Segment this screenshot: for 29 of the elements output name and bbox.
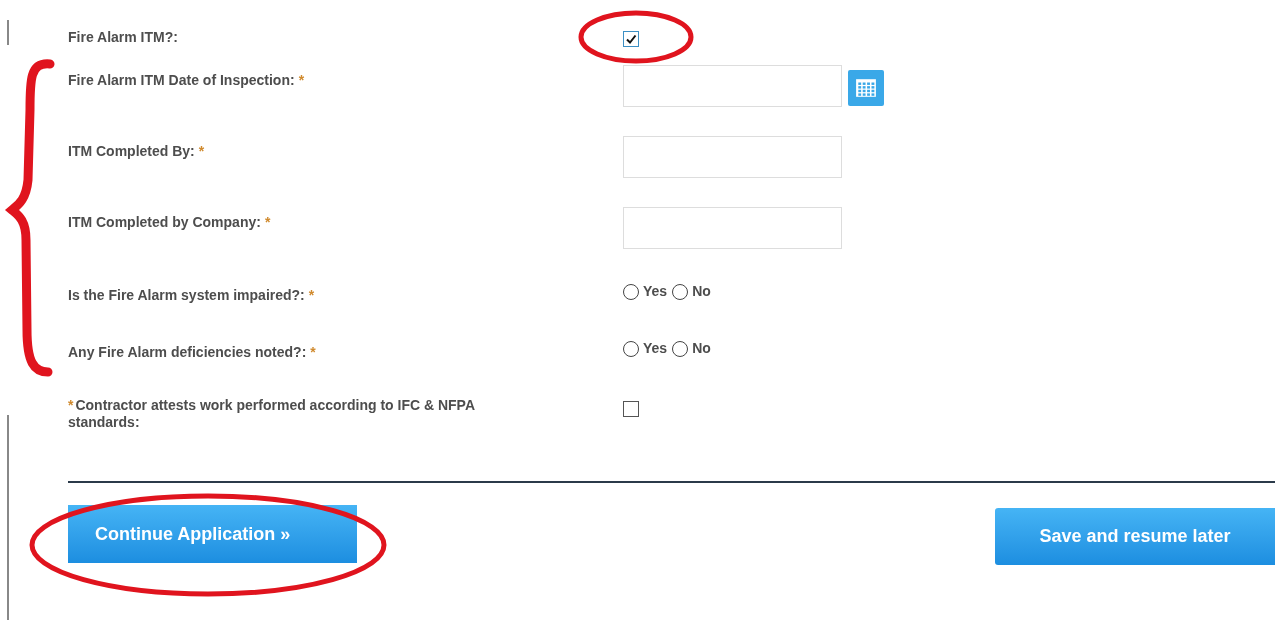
radio-button[interactable] <box>623 340 639 357</box>
required-asterisk: * <box>308 287 315 303</box>
required-asterisk: * <box>264 214 271 230</box>
attestation-label: *Contractor attests work performed according to IFC & NFPA standards: <box>68 397 476 431</box>
field-label: Any Fire Alarm deficiencies noted?: <box>68 344 307 360</box>
checkbox[interactable] <box>623 31 639 47</box>
required-asterisk: * <box>198 143 205 159</box>
required-asterisk: * <box>310 344 316 360</box>
radio-label: Yes <box>643 282 668 301</box>
field-label: Fire Alarm ITM Date of Inspection: <box>68 72 295 88</box>
checkbox[interactable] <box>623 401 639 417</box>
radio-button[interactable] <box>672 340 689 357</box>
text-input-field[interactable] <box>623 207 842 249</box>
field-label: Is the Fire Alarm system impaired?: <box>68 287 305 303</box>
continue-application-button[interactable]: Continue Application » <box>68 505 357 563</box>
field-label: ITM Completed By: <box>68 143 195 159</box>
radio-label: No <box>692 339 711 358</box>
radio-label: No <box>692 282 711 301</box>
field-label: ITM Completed by Company: <box>68 214 261 230</box>
margin-rule <box>7 20 9 45</box>
date-input-field[interactable] <box>623 65 842 107</box>
radio-label: Yes <box>643 339 668 358</box>
radio-button[interactable] <box>672 283 689 300</box>
save-and-resume-later-button[interactable]: Save and resume later <box>995 508 1275 565</box>
calendar-icon[interactable] <box>848 70 884 106</box>
text-input-field[interactable] <box>623 136 842 178</box>
required-asterisk: * <box>298 72 305 88</box>
radio-button[interactable] <box>623 283 639 300</box>
field-label: Fire Alarm ITM?: <box>68 29 178 45</box>
